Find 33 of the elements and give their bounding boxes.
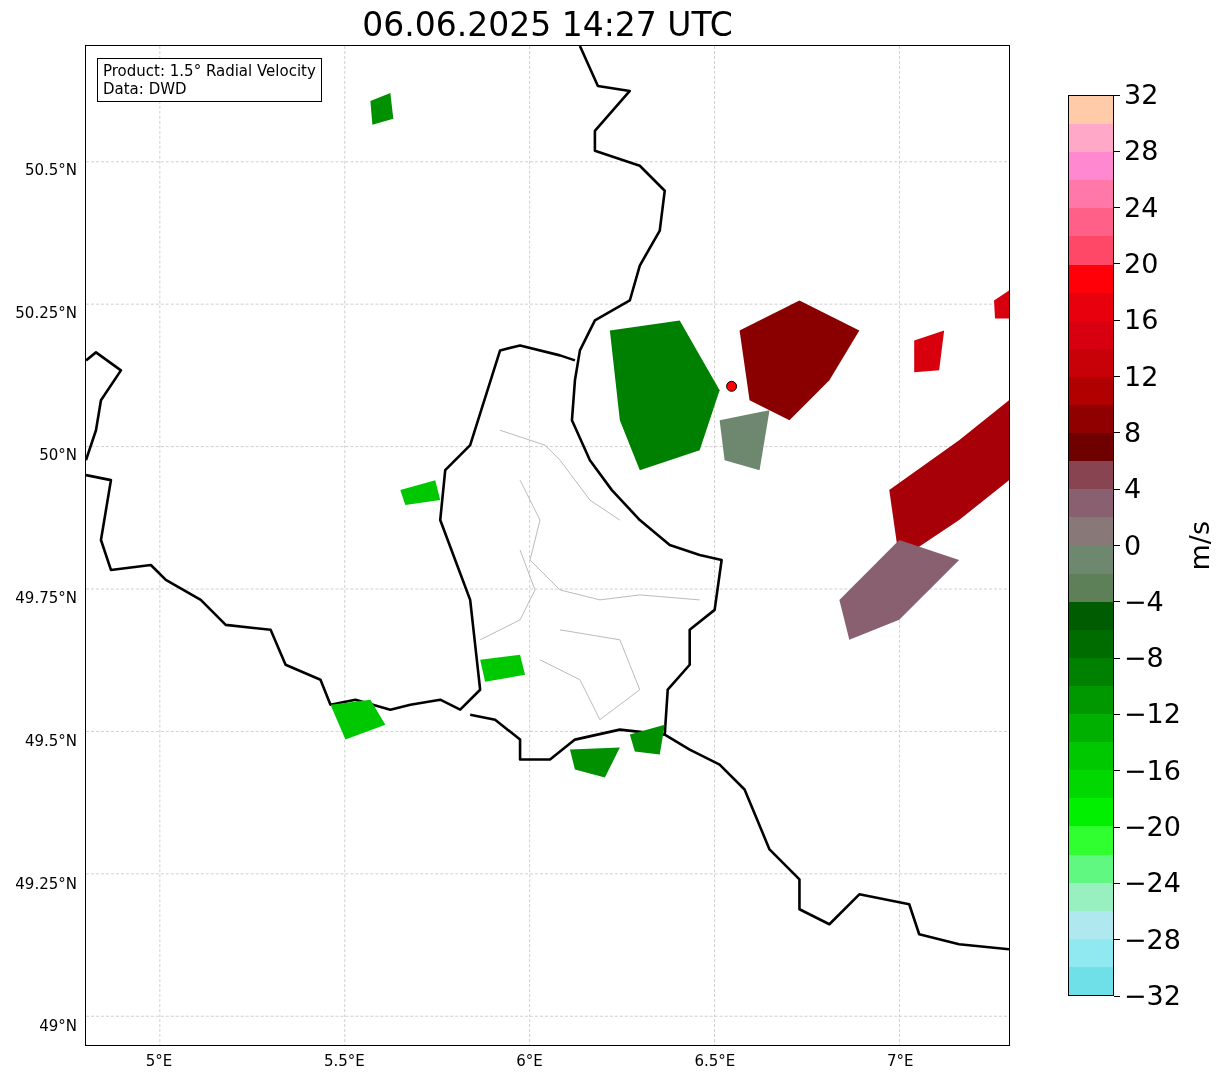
axis-tick-label: 49°N [39, 1017, 77, 1036]
colorbar-tick-label: 12 [1124, 361, 1159, 392]
colorbar-tick-label: −28 [1124, 924, 1181, 955]
colorbar-tick-label: 28 [1124, 136, 1159, 167]
legend-text: Data: DWD [103, 80, 188, 98]
colorbar-tick-label: 32 [1124, 80, 1159, 110]
colorbar-tick-label: −8 [1124, 643, 1164, 674]
colorbar-tick-label: 0 [1124, 530, 1142, 561]
axis-tick-label: 49.5°N [24, 731, 77, 750]
colorbar-tick-label: 24 [1124, 192, 1159, 223]
axis-tick-label: 7°E [886, 1052, 914, 1070]
axis-tick-label: 50°N [39, 446, 77, 465]
colorbar-label: m/s [1185, 520, 1215, 571]
colorbar-tick-label: 20 [1124, 248, 1159, 279]
axis-tick-label: 5°E [145, 1052, 173, 1070]
colorbar-tick-label: −4 [1124, 586, 1164, 617]
colorbar-tick-label: −12 [1124, 699, 1181, 730]
axis-tick-label: 49.25°N [15, 874, 77, 893]
colorbar-tick-label: −32 [1124, 981, 1181, 1011]
axis-tick-label: 50.5°N [24, 161, 77, 179]
colorbar-tick-label: 4 [1124, 474, 1142, 505]
axis-tick-label: 6°E [516, 1052, 543, 1070]
axis-tick-label: 50.25°N [15, 303, 77, 322]
axis-tick-label: 5.5°E [323, 1052, 365, 1070]
colorbar-tick-label: 8 [1124, 417, 1142, 448]
axis-tick-label: 49.75°N [15, 589, 77, 608]
colorbar-tick-label: 16 [1124, 305, 1159, 336]
colorbar-tick-label: −16 [1124, 755, 1181, 786]
legend-text: Product: 1.5° Radial Velocity [103, 62, 316, 80]
colorbar-tick-label: −24 [1124, 868, 1181, 899]
axis-tick-label: 6.5°E [694, 1052, 736, 1070]
chart-title: 06.06.2025 14:27 UTC [361, 4, 734, 45]
colorbar-tick-label: −20 [1124, 812, 1181, 843]
